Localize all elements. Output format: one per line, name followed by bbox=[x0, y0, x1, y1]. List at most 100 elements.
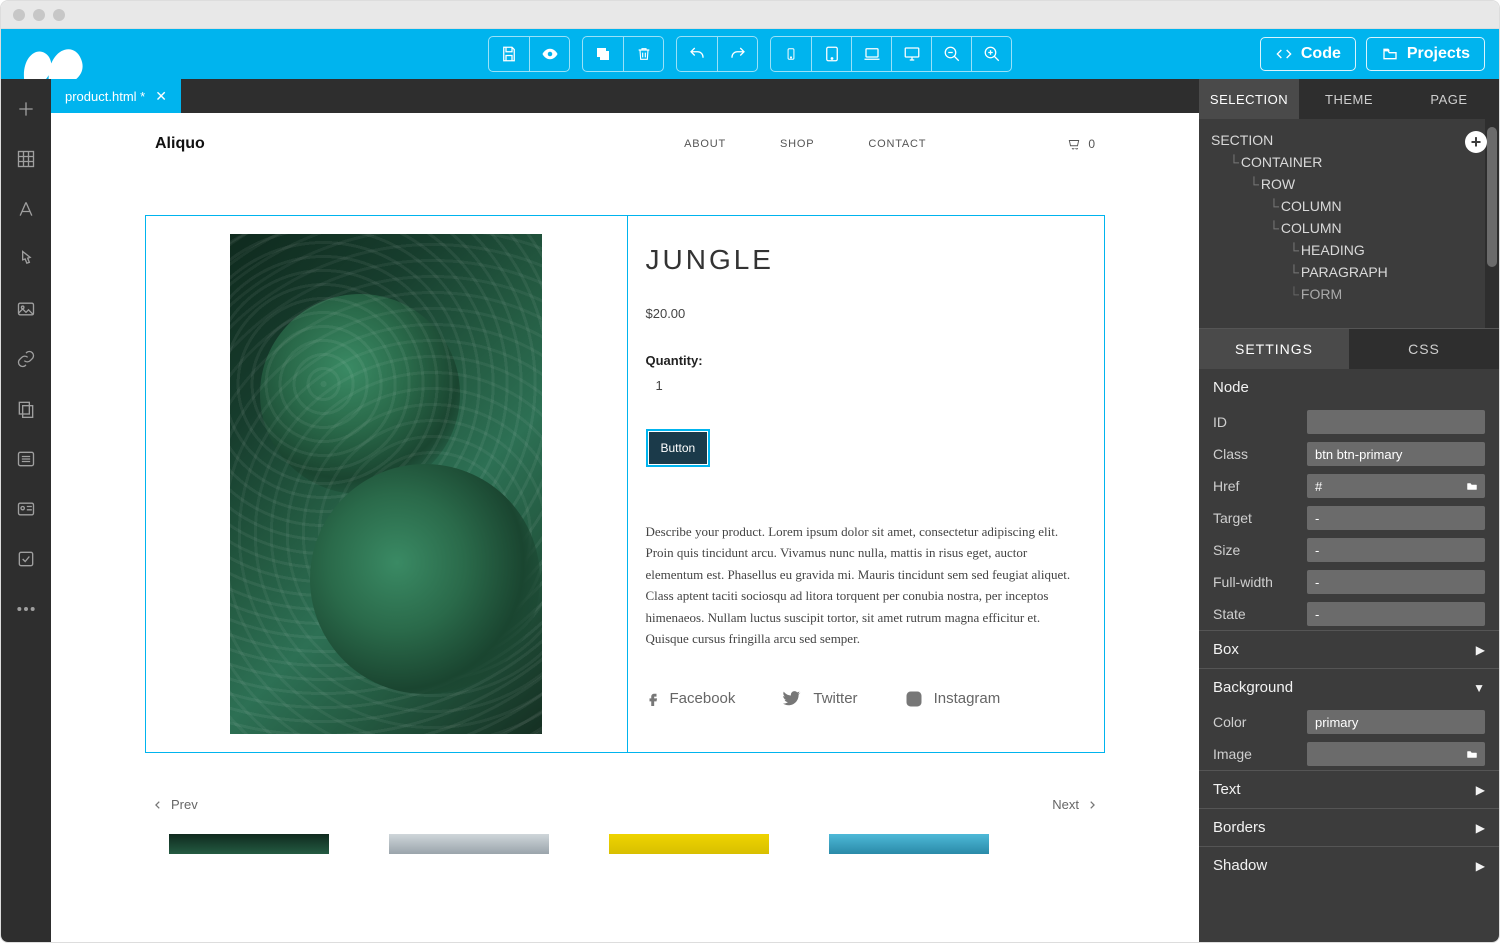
file-tab[interactable]: product.html * ✕ bbox=[51, 79, 181, 113]
quantity-value[interactable]: 1 bbox=[646, 378, 1087, 393]
save-button[interactable] bbox=[489, 37, 529, 71]
brand-logo[interactable]: Aliquo bbox=[155, 135, 205, 153]
laptop-viewport-button[interactable] bbox=[851, 37, 891, 71]
text-icon[interactable] bbox=[14, 197, 38, 221]
thumb-1[interactable] bbox=[169, 834, 329, 854]
group-text[interactable]: Text▶ bbox=[1199, 770, 1499, 808]
group-node[interactable]: Node bbox=[1199, 369, 1499, 406]
minimize-window-icon[interactable] bbox=[33, 9, 45, 21]
zoom-in-button[interactable] bbox=[971, 37, 1011, 71]
cart-icon bbox=[1066, 137, 1082, 151]
nav-contact[interactable]: CONTACT bbox=[868, 138, 926, 150]
label-fullwidth: Full-width bbox=[1213, 574, 1297, 590]
desktop-viewport-button[interactable] bbox=[891, 37, 931, 71]
facebook-link[interactable]: Facebook bbox=[646, 688, 736, 710]
projects-button[interactable]: Projects bbox=[1366, 37, 1485, 71]
grid-icon[interactable] bbox=[14, 147, 38, 171]
thumb-4[interactable] bbox=[829, 834, 989, 854]
instagram-icon bbox=[904, 689, 924, 709]
folder-icon[interactable] bbox=[1465, 480, 1479, 492]
code-button[interactable]: Code bbox=[1260, 37, 1356, 71]
label-href: Href bbox=[1213, 478, 1297, 494]
close-tab-icon[interactable]: ✕ bbox=[155, 88, 167, 105]
more-icon[interactable] bbox=[14, 597, 38, 621]
code-label: Code bbox=[1301, 45, 1341, 63]
cart-button[interactable]: 0 bbox=[1066, 137, 1095, 151]
nav-shop[interactable]: SHOP bbox=[780, 138, 814, 150]
design-canvas[interactable]: Aliquo ABOUT SHOP CONTACT 0 bbox=[51, 113, 1199, 942]
product-details-column[interactable]: JUNGLE $20.00 Quantity: 1 Button Describ… bbox=[627, 216, 1105, 752]
zoom-window-icon[interactable] bbox=[53, 9, 65, 21]
next-button[interactable]: Next bbox=[1052, 797, 1097, 812]
twitter-link[interactable]: Twitter bbox=[781, 690, 857, 708]
tree-node[interactable]: └ROW bbox=[1211, 173, 1487, 195]
preview-button[interactable] bbox=[529, 37, 569, 71]
input-class[interactable]: btn btn-primary bbox=[1307, 442, 1485, 466]
tab-css[interactable]: CSS bbox=[1349, 329, 1499, 369]
prev-button[interactable]: Prev bbox=[153, 797, 198, 812]
app-logo bbox=[15, 29, 105, 79]
product-image-column[interactable] bbox=[146, 216, 627, 752]
checkbox-icon[interactable] bbox=[14, 547, 38, 571]
input-size[interactable]: - bbox=[1307, 538, 1485, 562]
thumb-2[interactable] bbox=[389, 834, 549, 854]
twitter-icon bbox=[781, 690, 803, 708]
input-bgcolor[interactable]: primary bbox=[1307, 710, 1485, 734]
group-background[interactable]: Background▼ bbox=[1199, 668, 1499, 706]
nav-about[interactable]: ABOUT bbox=[684, 138, 726, 150]
input-target[interactable]: - bbox=[1307, 506, 1485, 530]
group-borders[interactable]: Borders▶ bbox=[1199, 808, 1499, 846]
add-icon[interactable] bbox=[14, 97, 38, 121]
tree-node[interactable]: SECTION bbox=[1211, 129, 1487, 151]
tree-node[interactable]: └CONTAINER bbox=[1211, 151, 1487, 173]
redo-button[interactable] bbox=[717, 37, 757, 71]
copy-delete-group bbox=[582, 36, 664, 72]
instagram-link[interactable]: Instagram bbox=[904, 689, 1001, 709]
undo-redo-group bbox=[676, 36, 758, 72]
thumb-3[interactable] bbox=[609, 834, 769, 854]
tree-node[interactable]: └HEADING bbox=[1211, 239, 1487, 261]
product-description[interactable]: Describe your product. Lorem ipsum dolor… bbox=[646, 521, 1087, 650]
card-icon[interactable] bbox=[14, 497, 38, 521]
duplicate-button[interactable] bbox=[583, 37, 623, 71]
tree-node[interactable]: └COLUMN bbox=[1211, 217, 1487, 239]
tablet-viewport-button[interactable] bbox=[811, 37, 851, 71]
tree-node[interactable]: └COLUMN bbox=[1211, 195, 1487, 217]
input-href[interactable]: # bbox=[1307, 474, 1485, 498]
tree-add-button[interactable]: + bbox=[1465, 131, 1487, 153]
group-box[interactable]: Box▶ bbox=[1199, 630, 1499, 668]
buy-button[interactable]: Button bbox=[649, 432, 708, 464]
delete-button[interactable] bbox=[623, 37, 663, 71]
tab-theme[interactable]: THEME bbox=[1299, 79, 1399, 119]
list-icon[interactable] bbox=[14, 447, 38, 471]
link-icon[interactable] bbox=[14, 347, 38, 371]
close-window-icon[interactable] bbox=[13, 9, 25, 21]
tab-settings[interactable]: SETTINGS bbox=[1199, 329, 1349, 369]
tree-scrollbar[interactable] bbox=[1485, 119, 1499, 328]
selected-element-outline[interactable]: Button bbox=[646, 429, 711, 467]
product-image[interactable] bbox=[230, 234, 542, 734]
left-toolrail bbox=[1, 79, 51, 942]
group-shadow[interactable]: Shadow▶ bbox=[1199, 846, 1499, 884]
pointer-icon[interactable] bbox=[14, 247, 38, 271]
window-titlebar bbox=[1, 1, 1499, 29]
label-size: Size bbox=[1213, 542, 1297, 558]
copy-icon[interactable] bbox=[14, 397, 38, 421]
folder-icon[interactable] bbox=[1465, 748, 1479, 760]
input-fullwidth[interactable]: - bbox=[1307, 570, 1485, 594]
input-state[interactable]: - bbox=[1307, 602, 1485, 626]
input-id[interactable] bbox=[1307, 410, 1485, 434]
tree-node[interactable]: └FORM bbox=[1211, 283, 1487, 305]
product-row[interactable]: JUNGLE $20.00 Quantity: 1 Button Describ… bbox=[145, 215, 1105, 753]
input-bgimage[interactable] bbox=[1307, 742, 1485, 766]
tree-node[interactable]: └PARAGRAPH bbox=[1211, 261, 1487, 283]
product-price[interactable]: $20.00 bbox=[646, 306, 1087, 321]
zoom-out-button[interactable] bbox=[931, 37, 971, 71]
viewport-group bbox=[770, 36, 1012, 72]
tab-page[interactable]: PAGE bbox=[1399, 79, 1499, 119]
product-title[interactable]: JUNGLE bbox=[646, 244, 1087, 276]
image-icon[interactable] bbox=[14, 297, 38, 321]
mobile-viewport-button[interactable] bbox=[771, 37, 811, 71]
tab-selection[interactable]: SELECTION bbox=[1199, 79, 1299, 119]
undo-button[interactable] bbox=[677, 37, 717, 71]
